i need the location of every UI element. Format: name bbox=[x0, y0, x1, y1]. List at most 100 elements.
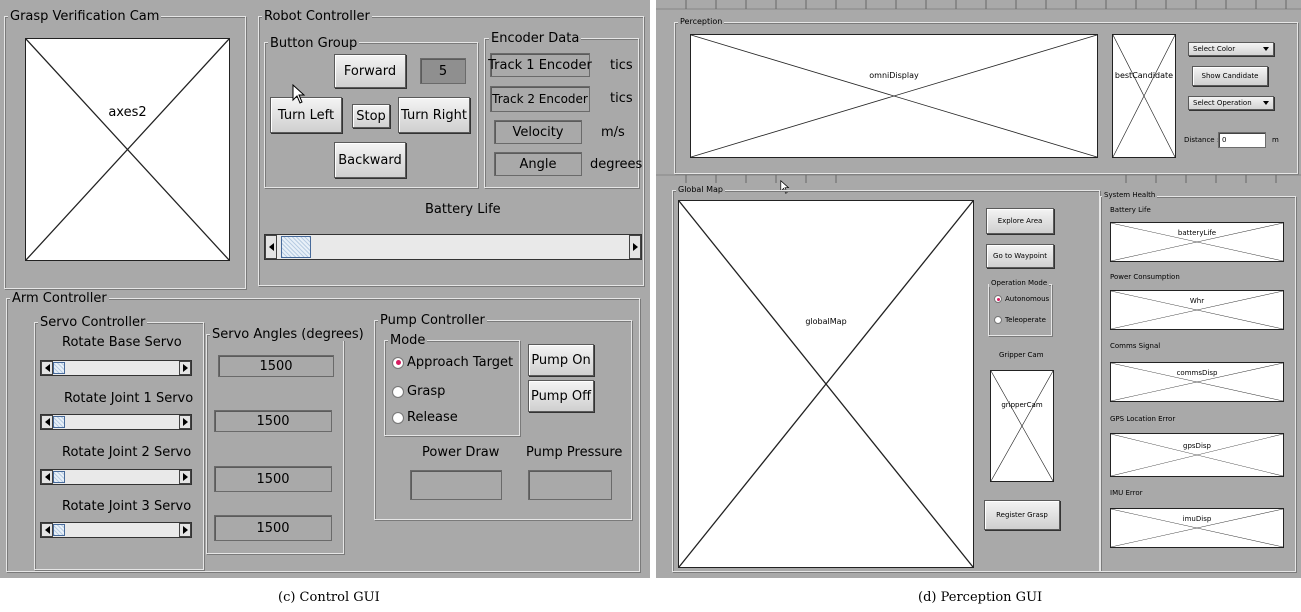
servo-thumb-1[interactable] bbox=[53, 416, 65, 428]
pump-controller-title: Pump Controller bbox=[378, 313, 487, 328]
perception-gui-caption: (d) Perception GUI bbox=[918, 590, 1043, 605]
mode-radio-release[interactable]: Release bbox=[392, 410, 458, 425]
servo-slider-2[interactable] bbox=[40, 469, 192, 485]
show-candidate-button[interactable]: Show Candidate bbox=[1192, 66, 1268, 86]
slider-right-arrow-icon[interactable] bbox=[629, 235, 641, 259]
slider-left-arrow-icon[interactable] bbox=[41, 523, 53, 537]
health-title-3: GPS Location Error bbox=[1110, 415, 1176, 423]
pump-pressure-label: Pump Pressure bbox=[526, 445, 623, 460]
distance-label: Distance : bbox=[1184, 136, 1220, 144]
turn-left-button[interactable]: Turn Left bbox=[270, 97, 342, 133]
servo-label-0: Rotate Base Servo bbox=[62, 335, 182, 350]
global-map-title: Global Map bbox=[676, 185, 725, 194]
slider-right-arrow-icon[interactable] bbox=[179, 523, 191, 537]
gripper-cam-axes: gripperCam bbox=[990, 370, 1054, 482]
radio-unselected-icon[interactable] bbox=[392, 385, 404, 398]
grasp-verification-title: Grasp Verification Cam bbox=[8, 9, 162, 24]
best-candidate-axes: bestCandidate bbox=[1112, 34, 1176, 158]
servo-angle-1: 1500 bbox=[214, 410, 332, 432]
radio-unselected-icon[interactable] bbox=[392, 411, 404, 424]
servo-label-3: Rotate Joint 3 Servo bbox=[62, 499, 192, 514]
health-title-2: Comms Signal bbox=[1110, 342, 1161, 350]
select-color-dropdown[interactable]: Select Color bbox=[1188, 42, 1274, 56]
stop-button[interactable]: Stop bbox=[352, 104, 390, 128]
perception-title: Perception bbox=[678, 17, 725, 26]
power-draw-label: Power Draw bbox=[422, 445, 500, 460]
battery-life-axes: batteryLife bbox=[1110, 222, 1284, 262]
top-ruler bbox=[656, 0, 1301, 10]
servo-angles-title: Servo Angles (degrees) bbox=[210, 327, 366, 342]
slider-left-arrow-icon[interactable] bbox=[265, 235, 277, 259]
register-grasp-button[interactable]: Register Grasp bbox=[984, 500, 1060, 530]
slider-left-arrow-icon[interactable] bbox=[41, 361, 53, 375]
slider-right-arrow-icon[interactable] bbox=[179, 415, 191, 429]
velocity-field: Velocity bbox=[494, 120, 582, 144]
slider-left-arrow-icon[interactable] bbox=[41, 470, 53, 484]
button-group-title: Button Group bbox=[268, 36, 360, 51]
imu-error-axes: imuDisp bbox=[1110, 508, 1284, 548]
servo-label-2: Rotate Joint 2 Servo bbox=[62, 445, 192, 460]
servo-slider-0[interactable] bbox=[40, 360, 192, 376]
go-to-waypoint-button[interactable]: Go to Waypoint bbox=[986, 244, 1054, 268]
track2-encoder-field: Track 2 Encoder bbox=[490, 86, 590, 112]
battery-life-slider[interactable] bbox=[264, 234, 642, 260]
omni-display-axes: omniDisplay bbox=[690, 34, 1098, 158]
mode-title: Mode bbox=[388, 333, 428, 348]
mode-radio-approach[interactable]: Approach Target bbox=[392, 355, 513, 370]
turn-right-button[interactable]: Turn Right bbox=[398, 97, 470, 133]
servo-slider-1[interactable] bbox=[40, 414, 192, 430]
mouse-cursor-icon bbox=[292, 84, 306, 104]
slider-right-arrow-icon[interactable] bbox=[179, 361, 191, 375]
mode-label-grasp: Grasp bbox=[407, 384, 446, 399]
op-mode-radio-teleoperate[interactable]: Teleoperate bbox=[994, 316, 1046, 324]
control-gui-caption: (c) Control GUI bbox=[278, 590, 380, 605]
grasp-cam-axes-label: axes2 bbox=[108, 105, 147, 120]
health-label-2: commsDisp bbox=[1176, 369, 1218, 377]
pump-pressure-field bbox=[528, 470, 612, 500]
operation-mode-panel bbox=[988, 284, 1052, 336]
backward-button[interactable]: Backward bbox=[334, 142, 406, 178]
forward-button[interactable]: Forward bbox=[334, 54, 406, 88]
angle-field: Angle bbox=[494, 152, 582, 176]
radio-selected-icon[interactable] bbox=[392, 356, 404, 369]
explore-area-button[interactable]: Explore Area bbox=[986, 208, 1054, 234]
servo-thumb-2[interactable] bbox=[53, 471, 65, 483]
gripper-cam-title: Gripper Cam bbox=[999, 351, 1044, 359]
control-gui-window: Grasp Verification Cam axes2 Robot Contr… bbox=[0, 0, 650, 578]
chevron-down-icon bbox=[1263, 47, 1269, 51]
mode-radio-grasp[interactable]: Grasp bbox=[392, 384, 445, 399]
comms-signal-axes: commsDisp bbox=[1110, 362, 1284, 402]
battery-slider-thumb[interactable] bbox=[281, 236, 311, 258]
servo-slider-3[interactable] bbox=[40, 522, 192, 538]
battery-life-label: Battery Life bbox=[425, 202, 501, 217]
pump-off-button[interactable]: Pump Off bbox=[528, 380, 594, 412]
arm-controller-title: Arm Controller bbox=[10, 291, 109, 306]
radio-unselected-icon[interactable] bbox=[994, 316, 1002, 324]
grasp-cam-axes: axes2 bbox=[25, 38, 230, 261]
pump-on-button[interactable]: Pump On bbox=[528, 344, 594, 376]
slider-left-arrow-icon[interactable] bbox=[41, 415, 53, 429]
health-title-0: Battery Life bbox=[1110, 206, 1151, 214]
select-operation-dropdown[interactable]: Select Operation bbox=[1188, 96, 1274, 110]
op-mode-radio-autonomous[interactable]: Autonomous bbox=[994, 295, 1049, 303]
perception-gui-window: Perception omniDisplay bestCandidate Sel… bbox=[656, 0, 1301, 578]
health-title-1: Power Consumption bbox=[1110, 273, 1180, 281]
servo-thumb-0[interactable] bbox=[53, 362, 65, 374]
health-label-4: imuDisp bbox=[1182, 515, 1212, 523]
op-mode-label-autonomous: Autonomous bbox=[1005, 295, 1050, 303]
radio-selected-icon[interactable] bbox=[994, 295, 1002, 303]
slider-right-arrow-icon[interactable] bbox=[179, 470, 191, 484]
servo-label-1: Rotate Joint 1 Servo bbox=[64, 391, 194, 406]
servo-angle-2: 1500 bbox=[214, 466, 332, 492]
servo-controller-title: Servo Controller bbox=[38, 315, 148, 330]
velocity-unit: m/s bbox=[601, 125, 625, 140]
omni-display-label: omniDisplay bbox=[869, 71, 919, 80]
track1-encoder-field: Track 1 Encoder bbox=[488, 53, 592, 77]
global-map-axes: globalMap bbox=[678, 200, 974, 568]
op-mode-label-teleoperate: Teleoperate bbox=[1005, 316, 1046, 324]
gripper-cam-label: gripperCam bbox=[1001, 401, 1043, 409]
distance-input[interactable]: 0 bbox=[1218, 132, 1266, 148]
servo-thumb-3[interactable] bbox=[53, 524, 65, 536]
system-health-title: System Health bbox=[1102, 191, 1158, 199]
gps-error-axes: gpsDisp bbox=[1110, 433, 1284, 477]
